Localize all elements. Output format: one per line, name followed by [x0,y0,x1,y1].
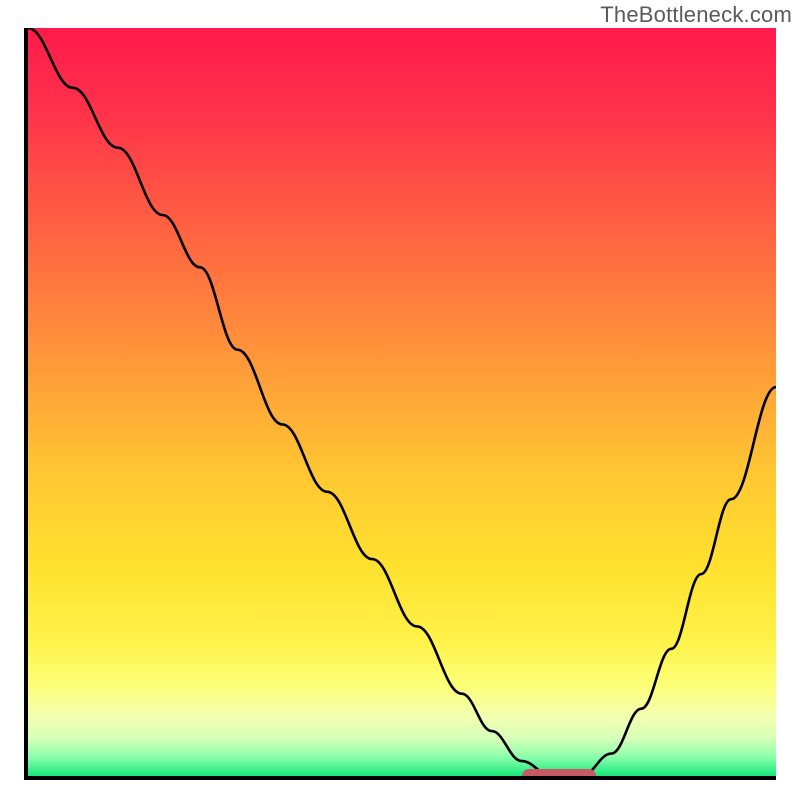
optimal-marker [522,769,597,780]
plot-area [24,28,776,780]
watermark-text: TheBottleneck.com [600,2,792,28]
bottleneck-curve [28,28,776,776]
chart-container: TheBottleneck.com [0,0,800,800]
